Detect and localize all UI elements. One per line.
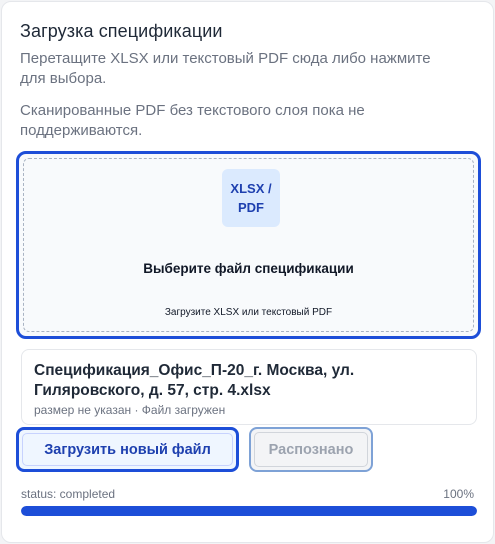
file-type-badge-line1: XLSX / <box>230 181 272 196</box>
dropzone-title: Выберите файл спецификации <box>143 261 354 276</box>
page-title: Загрузка спецификации <box>20 21 223 41</box>
file-name: Спецификация_Офис_П-20_г. Москва, ул. Ги… <box>34 362 355 399</box>
progress-bar <box>21 506 477 516</box>
upload-new-file-button[interactable]: Загрузить новый файл <box>16 427 239 472</box>
uploaded-file-card: Спецификация_Офис_П-20_г. Москва, ул. Ги… <box>21 349 477 425</box>
upload-card: Загрузка спецификации Перетащите XLSX ил… <box>1 1 494 543</box>
file-type-icon: XLSX / PDF <box>222 169 280 227</box>
progress-percent: 100% <box>443 487 474 501</box>
recognized-label: Распознано <box>268 441 354 458</box>
upload-new-file-label: Загрузить новый файл <box>44 441 211 458</box>
file-meta: размер не указан · Файл загружен <box>34 403 226 417</box>
file-type-badge-line2: PDF <box>238 200 264 215</box>
upload-instructions: Перетащите XLSX или текстовый PDF сюда л… <box>20 50 431 87</box>
status-text: status: completed <box>21 487 116 501</box>
progress-bar-fill <box>21 506 477 516</box>
scan-warning: Сканированные PDF без текстового слоя по… <box>20 102 365 139</box>
dropzone-subtitle: Загрузите XLSX или текстовый PDF <box>164 307 333 318</box>
file-dropzone[interactable]: XLSX / PDF Выберите файл спецификации За… <box>16 151 481 339</box>
recognized-button[interactable]: Распознано <box>249 427 373 472</box>
